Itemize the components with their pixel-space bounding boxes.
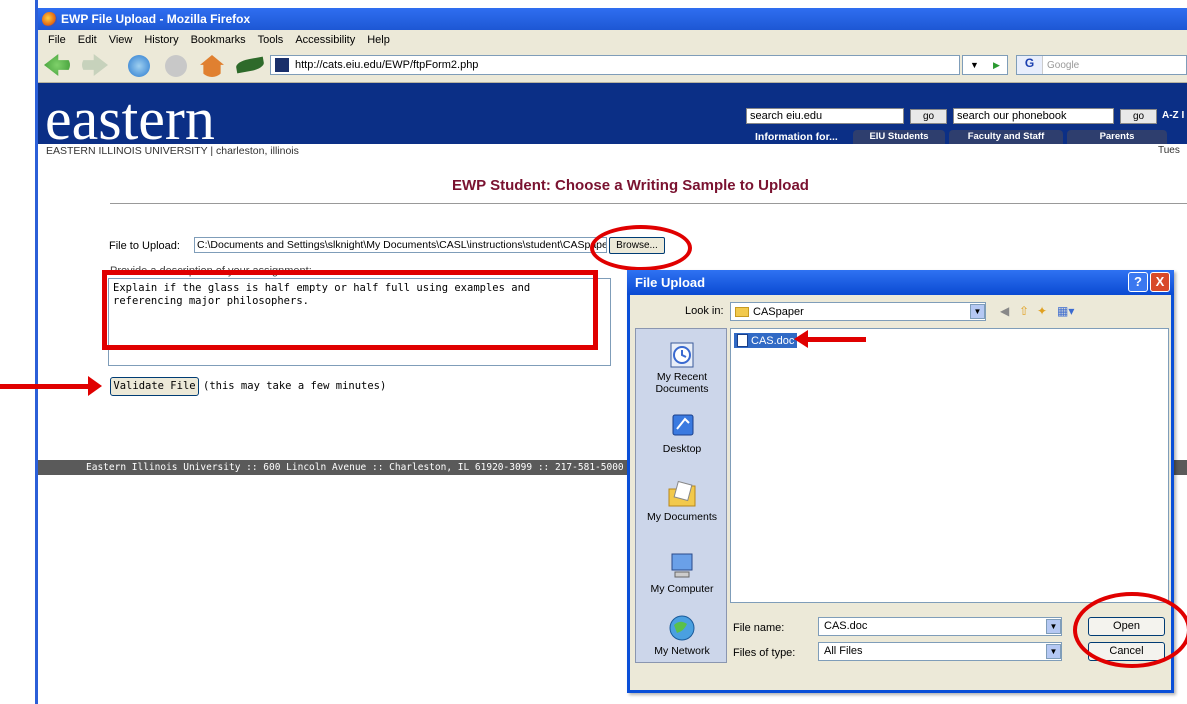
back-arrow-icon[interactable] [44,54,70,76]
word-document-icon [737,334,748,347]
reload-icon[interactable] [128,55,150,77]
bookmark-leaf-icon[interactable] [235,56,265,74]
page-title: EWP Student: Choose a Writing Sample to … [452,177,809,194]
information-for-label: Information for... [755,131,838,143]
menu-bookmarks[interactable]: Bookmarks [191,34,246,46]
screenshot: EWP File Upload - Mozilla Firefox File E… [0,0,1187,704]
menu-edit[interactable]: Edit [78,34,97,46]
google-placeholder: Google [1047,59,1080,71]
a-z-link[interactable]: A-Z I [1162,110,1184,121]
navigation-toolbar: http://cats.eiu.edu/EWP/ftpForm2.php ▼ ▶… [38,49,1187,83]
url-dropdown-go[interactable]: ▼ ▶ [962,55,1008,75]
desktop-icon [672,414,694,436]
validate-file-button[interactable]: Validate File [110,377,199,396]
close-icon[interactable]: X [1150,272,1170,292]
my-computer-icon [671,553,693,578]
university-subtitle: EASTERN ILLINOIS UNIVERSITY | charleston… [46,145,299,157]
file-item-label: CAS.doc [751,334,795,347]
validate-pointer-arrow [0,384,92,389]
phonebook-search-input[interactable]: search our phonebook [953,108,1114,124]
site-favicon-icon [275,58,289,72]
dropdown-icon[interactable]: ▼ [970,60,979,70]
places-bar: My Recent Documents Desktop My Documents… [635,328,727,663]
chevron-down-icon[interactable]: ▼ [1046,644,1061,659]
up-folder-icon[interactable]: ⇧ [1019,304,1029,319]
divider [110,203,1187,204]
date-text: Tues [1158,145,1180,156]
eastern-logo[interactable]: eastern [45,89,215,149]
file-name-label: File name: [733,622,785,634]
file-arrowhead-icon [794,330,808,348]
menu-help[interactable]: Help [367,34,390,46]
place-my-documents-label: My Documents [646,511,718,523]
description-highlight-box [102,270,598,350]
place-desktop[interactable]: Desktop [636,411,728,455]
look-in-select[interactable]: CASpaper [730,302,986,321]
view-menu-icon[interactable]: ▦▾ [1057,304,1074,319]
look-in-value: CASpaper [753,305,804,318]
menu-tools[interactable]: Tools [258,34,284,46]
phonebook-go-button[interactable]: go [1120,109,1157,124]
site-search-go-button[interactable]: go [910,109,947,124]
title-bar: EWP File Upload - Mozilla Firefox [38,8,1187,30]
file-item-cas-doc[interactable]: CAS.doc [734,333,798,348]
place-desktop-label: Desktop [662,443,702,455]
new-folder-icon[interactable]: ✦ [1037,304,1047,319]
site-search-input[interactable]: search eiu.edu [746,108,904,124]
place-my-network[interactable]: My Network [636,613,728,657]
look-in-label: Look in: [685,305,724,317]
google-icon[interactable]: G [1017,56,1043,74]
url-text: http://cats.eiu.edu/EWP/ftpForm2.php [295,59,479,71]
file-list[interactable] [730,328,1169,603]
file-upload-label: File to Upload: [109,240,180,252]
validate-arrowhead-icon [88,376,102,396]
address-bar[interactable]: http://cats.eiu.edu/EWP/ftpForm2.php [270,55,960,75]
files-of-type-label: Files of type: [733,647,796,659]
firefox-icon [42,11,57,27]
home-icon[interactable] [200,55,224,77]
menu-view[interactable]: View [109,34,133,46]
stop-icon[interactable] [165,55,187,77]
chevron-down-icon[interactable]: ▼ [1046,619,1061,634]
place-my-computer-label: My Computer [650,583,714,595]
google-search-box[interactable]: G Google [1016,55,1187,75]
place-recent-label: My Recent Documents [655,371,709,395]
file-name-input[interactable]: CAS.doc [818,617,1062,636]
menu-accessibility[interactable]: Accessibility [295,34,355,46]
place-my-computer[interactable]: My Computer [636,551,728,595]
open-highlight-circle [1073,592,1187,668]
menu-history[interactable]: History [144,34,178,46]
file-pointer-arrow [808,337,866,342]
dialog-title: File Upload [627,270,1174,295]
forward-arrow-icon[interactable] [82,54,108,76]
folder-icon [735,306,749,317]
browse-highlight-circle [590,225,692,271]
file-upload-input[interactable]: C:\Documents and Settings\slknight\My Do… [194,237,607,253]
help-icon[interactable]: ? [1128,272,1148,292]
place-my-documents[interactable]: My Documents [636,479,728,523]
place-recent[interactable]: My Recent Documents [636,339,728,395]
go-arrow-icon[interactable]: ▶ [993,60,1000,71]
window-title: EWP File Upload - Mozilla Firefox [61,12,251,26]
tab-parents[interactable]: Parents [1067,130,1167,144]
chevron-down-icon[interactable]: ▼ [970,304,985,319]
back-folder-icon[interactable]: ◀ [1000,304,1009,319]
validate-note: (this may take a few minutes) [203,380,387,392]
my-documents-icon [668,480,696,507]
tab-faculty-staff[interactable]: Faculty and Staff [949,130,1063,144]
tab-eiu-students[interactable]: EIU Students [853,130,945,144]
my-network-icon [669,615,695,641]
menu-bar: File Edit View History Bookmarks Tools A… [38,30,1187,49]
recent-documents-icon [670,342,694,368]
files-of-type-select[interactable]: All Files [818,642,1062,661]
place-my-network-label: My Network [654,645,710,657]
menu-file[interactable]: File [48,34,66,46]
